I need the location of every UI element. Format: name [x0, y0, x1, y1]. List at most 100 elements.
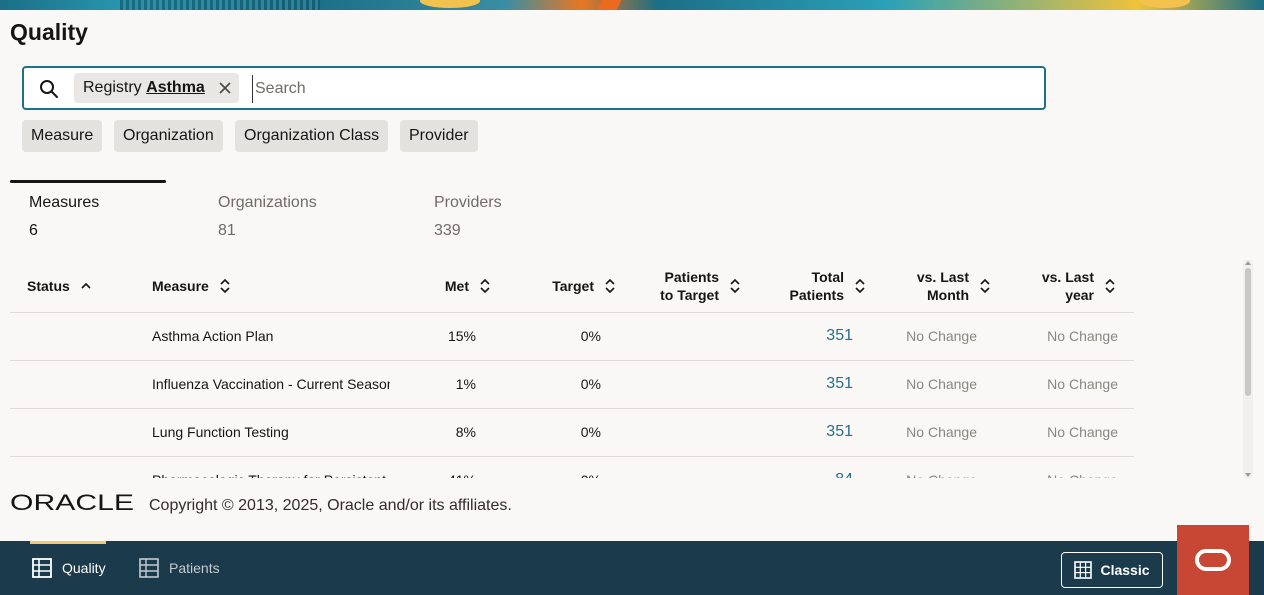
tab-count: 81 — [218, 222, 236, 239]
status-cell — [10, 407, 152, 456]
met-cell: 1% — [390, 359, 493, 408]
oracle-logo: ORACLE — [10, 493, 134, 513]
measure-cell[interactable]: Influenza Vaccination - Current Season — [152, 359, 390, 408]
table-header-row: Status Measure Met Target Patients to Ta… — [10, 260, 1134, 312]
target-cell: 0% — [493, 407, 618, 456]
tab-measures[interactable]: Measures 6 — [29, 180, 169, 240]
search-icon[interactable] — [39, 79, 59, 99]
bottom-navigation: Quality Patients Classic — [0, 541, 1264, 595]
nav-item-patients[interactable]: Patients — [139, 541, 220, 595]
nav-item-quality[interactable]: Quality — [30, 541, 106, 595]
sort-icon[interactable] — [1104, 278, 1116, 294]
classic-button-label: Classic — [1100, 562, 1150, 578]
measures-table: Status Measure Met Target Patients to Ta… — [10, 260, 1134, 478]
grid-icon — [1074, 561, 1093, 579]
nav-label: Patients — [169, 560, 220, 576]
column-header-total-patients[interactable]: Total Patients — [743, 260, 868, 312]
column-header-status[interactable]: Status — [10, 260, 152, 312]
scrollbar-thumb[interactable] — [1245, 268, 1251, 396]
column-header-vs-last-year[interactable]: vs. Last year — [993, 260, 1134, 312]
search-bar[interactable]: Registry Asthma — [22, 66, 1046, 110]
column-header-patients-to-target[interactable]: Patients to Target — [618, 260, 743, 312]
table-scrollbar[interactable] — [1243, 260, 1253, 478]
column-label: Patients — [664, 268, 719, 285]
column-header-target[interactable]: Target — [493, 260, 618, 312]
search-input[interactable] — [252, 75, 1032, 103]
met-cell: 8% — [390, 407, 493, 456]
oracle-assistant-button[interactable] — [1177, 525, 1249, 595]
table-row[interactable]: Influenza Vaccination - Current Season 1… — [10, 359, 1134, 408]
scroll-up-arrow[interactable] — [1245, 261, 1251, 265]
vs-last-year-cell: No Change — [993, 455, 1134, 478]
patients-to-target-cell — [618, 359, 743, 408]
column-label: vs. Last — [1041, 268, 1094, 285]
nav-label: Quality — [62, 560, 106, 576]
column-label: Month — [927, 286, 969, 303]
status-cell — [10, 359, 152, 408]
tab-label: Providers — [434, 194, 502, 211]
table-row[interactable]: Pharmacologic Therapy for Persistent 41%… — [10, 455, 1134, 478]
vs-last-month-cell: No Change — [868, 407, 993, 456]
close-icon[interactable] — [217, 80, 233, 96]
table-icon — [32, 558, 52, 578]
column-header-met[interactable]: Met — [390, 260, 493, 312]
vs-last-month-cell: No Change — [868, 455, 993, 478]
page-title: Quality — [10, 19, 88, 45]
tab-organizations[interactable]: Organizations 81 — [218, 180, 358, 240]
registry-filter-chip[interactable]: Registry Asthma — [74, 73, 239, 103]
column-header-vs-last-month[interactable]: vs. Last Month — [868, 260, 993, 312]
tab-label: Organizations — [218, 194, 317, 211]
column-label: to Target — [660, 286, 719, 303]
column-label: vs. Last — [916, 268, 969, 285]
column-label: Met — [444, 277, 469, 294]
oracle-logo-text: ORACLE — [10, 493, 134, 513]
column-label: year — [1065, 286, 1094, 303]
filter-organization-class-button[interactable]: Organization Class — [235, 120, 389, 152]
column-label: Measure — [152, 277, 209, 294]
table-row[interactable]: Lung Function Testing 8% 0% 351 No Chang… — [10, 407, 1134, 456]
vs-last-year-cell: No Change — [993, 311, 1134, 360]
column-header-measure[interactable]: Measure — [152, 260, 390, 312]
sort-icon[interactable] — [854, 278, 866, 294]
sort-icon[interactable] — [219, 278, 231, 294]
column-label: Target — [552, 277, 594, 294]
target-cell: 0% — [493, 311, 618, 360]
met-cell: 15% — [390, 311, 493, 360]
filter-measure-button[interactable]: Measure — [22, 120, 103, 152]
column-label: Total — [811, 268, 844, 285]
patients-to-target-cell — [618, 455, 743, 478]
vs-last-year-cell: No Change — [993, 359, 1134, 408]
chip-value: Asthma — [146, 79, 205, 96]
classic-view-button[interactable]: Classic — [1061, 552, 1163, 588]
column-label: Status — [27, 277, 70, 294]
sort-icon[interactable] — [604, 278, 616, 294]
total-patients-link[interactable]: 84 — [743, 455, 868, 478]
target-cell: 0% — [493, 455, 618, 478]
copyright-text: Copyright © 2013, 2025, Oracle and/or it… — [149, 497, 512, 514]
sort-icon[interactable] — [979, 278, 991, 294]
total-patients-link[interactable]: 351 — [743, 407, 868, 456]
sort-icon[interactable] — [729, 278, 741, 294]
tab-label: Measures — [29, 194, 100, 211]
vs-last-month-cell: No Change — [868, 359, 993, 408]
tab-providers[interactable]: Providers 339 — [434, 180, 554, 240]
scroll-down-arrow[interactable] — [1245, 473, 1251, 477]
target-cell: 0% — [493, 359, 618, 408]
table-icon — [139, 558, 159, 578]
total-patients-link[interactable]: 351 — [743, 311, 868, 360]
measure-cell[interactable]: Asthma Action Plan — [152, 311, 390, 360]
met-cell: 41% — [390, 455, 493, 478]
filter-provider-button[interactable]: Provider — [400, 120, 478, 152]
measure-cell[interactable]: Lung Function Testing — [152, 407, 390, 456]
measure-cell[interactable]: Pharmacologic Therapy for Persistent — [152, 455, 390, 478]
total-patients-link[interactable]: 351 — [743, 359, 868, 408]
tab-count: 339 — [434, 222, 461, 239]
table-row[interactable]: Asthma Action Plan 15% 0% 351 No Change … — [10, 311, 1134, 360]
filter-organization-button[interactable]: Organization — [114, 120, 223, 152]
sort-ascending-icon[interactable] — [80, 278, 92, 294]
vs-last-month-cell: No Change — [868, 311, 993, 360]
chip-prefix: Registry — [83, 79, 142, 96]
patients-to-target-cell — [618, 311, 743, 360]
sort-icon[interactable] — [479, 278, 491, 294]
column-label: Patients — [789, 286, 844, 303]
